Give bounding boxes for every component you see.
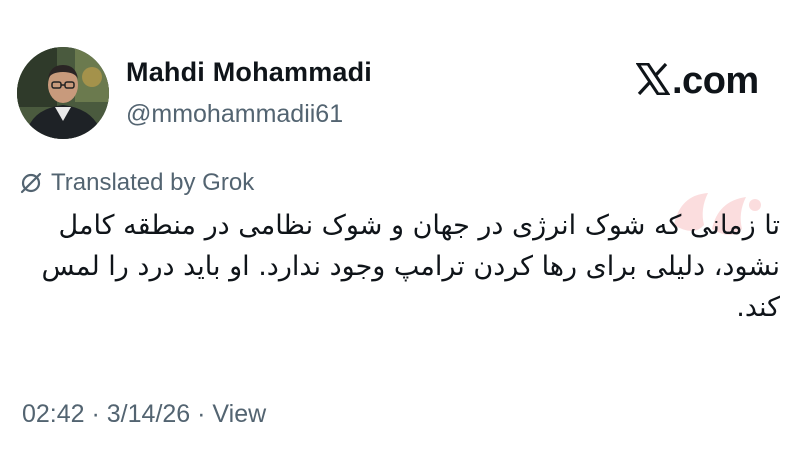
translation-label: Translated by Grok [51,169,255,196]
tweet-date[interactable]: 3/14/26 [107,400,190,428]
author-display-name[interactable]: Mahdi Mohammadi [126,57,372,88]
meta-separator: · [84,400,107,428]
avatar[interactable] [17,47,109,139]
brand-domain-text: .com [672,60,759,102]
x-logo-icon [635,62,671,100]
tweet-meta: 02:42 · 3/14/26 · View [22,400,266,429]
meta-separator: · [190,400,213,428]
x-com-brand: .com [635,60,759,103]
tweet-time[interactable]: 02:42 [22,400,85,428]
grok-icon [19,171,43,195]
tweet-card: Mahdi Mohammadi @mmohammadii61 .com Tran… [0,0,800,449]
view-link[interactable]: View [212,400,266,428]
tweet-text: تا زمانی که شوک انرژی در جهان و شوک نظام… [41,210,780,323]
translation-notice[interactable]: Translated by Grok [19,169,254,197]
author-handle[interactable]: @mmohammadii61 [126,100,343,129]
